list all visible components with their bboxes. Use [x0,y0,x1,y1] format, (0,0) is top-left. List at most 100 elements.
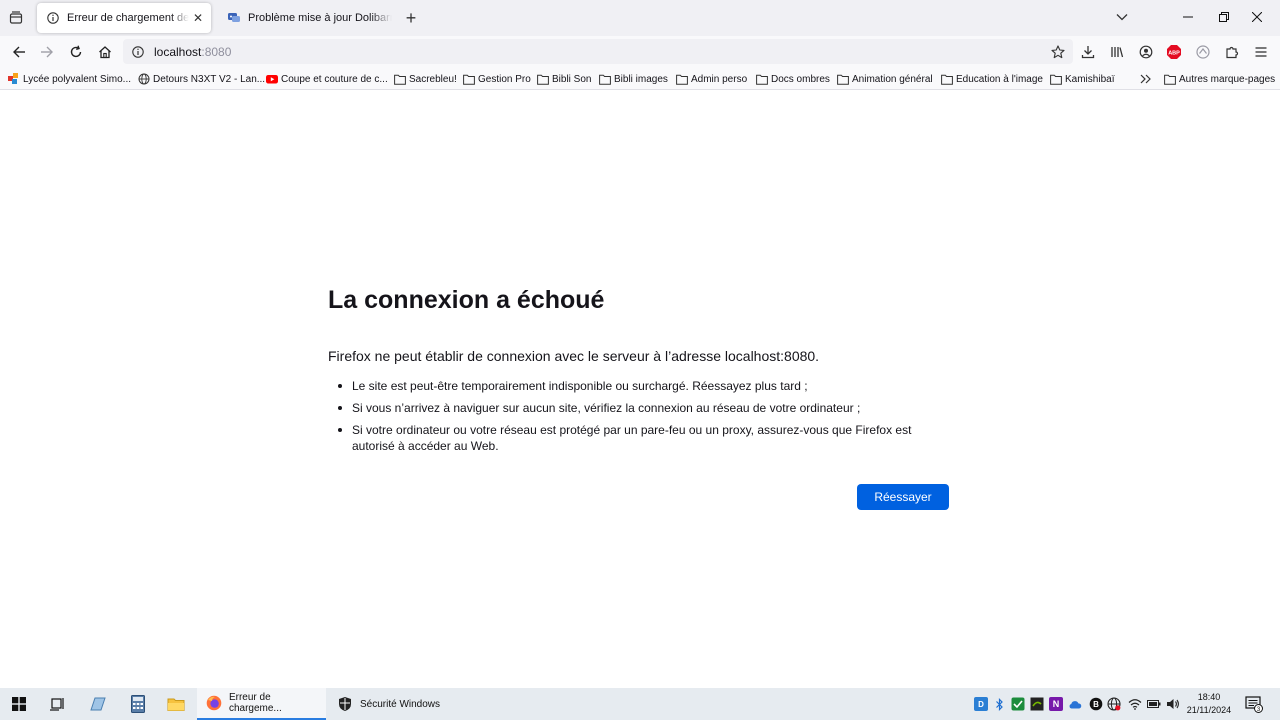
network-icon[interactable] [1107,697,1121,711]
tab-dolibarr-forum[interactable]: Problème mise à jour Dolibarr \ [218,3,392,33]
reload-icon [70,45,82,58]
folder-icon [1164,73,1176,85]
close-icon [1252,12,1262,22]
bookmark-item[interactable]: Detours N3XT V2 - Lan... [138,71,265,87]
close-window-button[interactable] [1234,0,1280,34]
bookmark-folder[interactable]: Bibli Son [537,71,591,87]
forum-favicon-icon [226,10,242,26]
bookmark-folder[interactable]: Gestion Pro [463,71,531,87]
minimize-icon [1183,16,1193,18]
downloads-button[interactable] [1076,40,1100,64]
extension-button[interactable] [1191,40,1215,64]
task-view-button[interactable] [45,692,71,716]
home-icon [99,46,111,59]
dropbox-tray-icon[interactable]: D [974,697,988,711]
new-tab-button[interactable]: + [400,7,422,29]
taskbar-app-windows-security[interactable]: Sécurité Windows [328,688,453,720]
taskbar-app-firefox[interactable]: Erreur de chargeme... [197,688,326,720]
bookmark-label: Bibli images [614,73,668,85]
page-content: La connexion a échoué Firefox ne peut ét… [0,90,1280,688]
firefox-icon [205,694,223,712]
account-button[interactable] [1134,40,1158,64]
home-button[interactable] [93,40,117,64]
adblock-plus-button[interactable]: ABP [1162,40,1186,64]
bookmark-item[interactable]: Coupe et couture de c... [266,71,388,87]
system-clock[interactable]: 18:40 21/11/2024 [1184,691,1234,717]
folder-icon [599,73,611,85]
bookmark-item[interactable]: Lycée polyvalent Simo... [8,71,131,87]
folder-icon [537,73,549,85]
youtube-icon [266,73,278,85]
back-arrow-icon [13,46,25,58]
bookmark-folder[interactable]: Sacrebleu! [394,71,457,87]
tab-error-page[interactable]: Erreur de chargement de la page ✕ [37,3,211,33]
bookmark-label: Bibli Son [552,73,592,85]
tab-title: Erreur de chargement de la page [67,12,189,24]
bookmark-folder[interactable]: Kamishibaï [1050,71,1114,87]
file-explorer-button[interactable] [163,692,189,716]
bookmark-label: Docs ombres [771,73,830,85]
library-button[interactable] [1105,40,1129,64]
notification-icon: 3 [1245,696,1263,713]
windows-taskbar: Erreur de chargeme... Sécurité Windows D… [0,688,1280,720]
bookmark-label: Animation général [852,73,933,85]
bookmark-folder[interactable]: Docs ombres [756,71,830,87]
notes-app-icon [90,697,106,711]
bookmark-label: Autres marque-pages [1179,73,1276,85]
extensions-button[interactable] [1220,40,1244,64]
bookmark-star-icon[interactable] [1049,43,1067,61]
battery-icon[interactable] [1147,697,1161,711]
info-icon [45,10,61,26]
forward-arrow-icon [41,46,53,58]
pinned-app-button[interactable] [85,692,111,716]
account-icon [1139,45,1153,59]
close-tab-icon[interactable]: ✕ [189,9,207,27]
volume-icon[interactable] [1166,697,1180,711]
folder-icon [756,73,768,85]
site-info-icon[interactable] [130,44,146,60]
nvidia-icon[interactable] [1030,697,1044,711]
shield-icon [336,695,354,713]
reload-button[interactable] [64,40,88,64]
puzzle-icon [1226,46,1239,59]
bookmark-folder[interactable]: Education à l'image [941,71,1043,87]
menu-button[interactable] [1249,40,1273,64]
url-host: localhost [154,44,202,59]
calculator-button[interactable] [125,692,151,716]
bookmark-folder[interactable]: Bibli images [599,71,668,87]
more-bookmarks-button[interactable] [1140,71,1152,87]
bookmark-label: Admin perso [691,73,748,85]
onenote-icon[interactable]: N [1049,697,1063,711]
calculator-icon [131,695,145,713]
folder-icon [837,73,849,85]
library-icon [1111,47,1124,58]
bookmark-folder[interactable]: Animation général [837,71,933,87]
svg-text:B: B [1093,700,1099,709]
bookmark-label: Education à l'image [956,73,1043,85]
error-title: La connexion a échoué [328,286,605,314]
chevron-down-icon[interactable] [1112,7,1132,27]
bookmark-label: Sacrebleu! [409,73,457,85]
address-bar[interactable]: localhost:8080 [123,39,1073,64]
task-view-icon [50,698,64,711]
cloud-sync-icon[interactable] [1068,697,1082,711]
back-button[interactable] [7,40,31,64]
bookmarks-toolbar: Lycée polyvalent Simo... Detours N3XT V2… [0,67,1280,90]
start-button[interactable] [6,692,32,716]
sync-app-tray-icon[interactable] [1011,697,1025,711]
list-item: Si votre ordinateur ou votre réseau est … [328,422,953,454]
bluetooth-icon[interactable] [992,697,1006,711]
app-circle-icon[interactable]: B [1089,697,1103,711]
bookmark-folder[interactable]: Admin perso [676,71,747,87]
folder-icon [941,73,953,85]
folder-icon [676,73,688,85]
wifi-icon[interactable] [1128,697,1142,711]
file-explorer-icon [167,698,185,711]
other-bookmarks-folder[interactable]: Autres marque-pages [1164,71,1275,87]
tab-title: Problème mise à jour Dolibarr \ [248,12,392,24]
list-all-tabs-button[interactable] [4,6,28,30]
clock-date: 21/11/2024 [1186,705,1232,715]
notification-center-button[interactable]: 3 [1245,695,1263,713]
retry-button[interactable]: Réessayer [857,484,949,510]
forward-button[interactable] [35,40,59,64]
